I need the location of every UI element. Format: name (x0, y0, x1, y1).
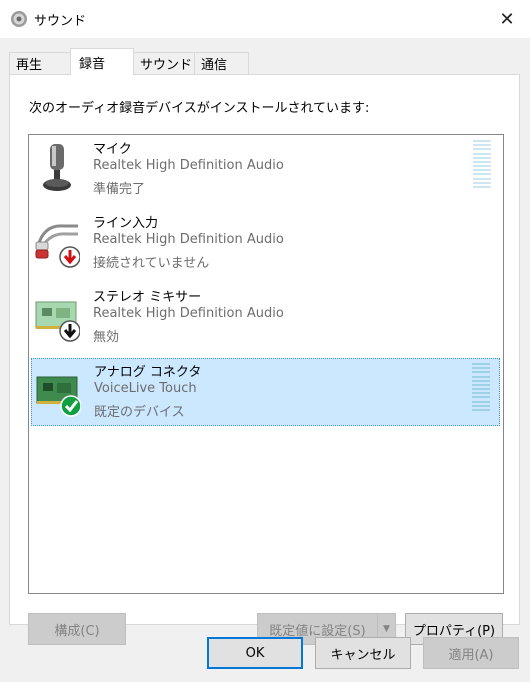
sound-card-icon (35, 301, 80, 342)
device-name: ライン入力 (93, 216, 159, 231)
level-meter (473, 140, 491, 188)
device-driver: Realtek High Definition Audio (93, 232, 284, 247)
device-status: 無効 (93, 330, 120, 345)
device-driver: VoiceLive Touch (94, 381, 197, 396)
panel-description: 次のオーディオ録音デバイスがインストールされています: (29, 101, 370, 116)
device-name: マイク (93, 142, 132, 157)
speaker-icon (11, 11, 27, 27)
close-button[interactable]: ✕ (484, 0, 530, 38)
device-driver: Realtek High Definition Audio (93, 306, 284, 321)
recording-panel: 次のオーディオ録音デバイスがインストールされています: マイク Realtek … (9, 74, 520, 645)
device-name: アナログ コネクタ (94, 365, 202, 380)
device-item-stereo-mixer[interactable]: ステレオ ミキサー Realtek High Definition Audio … (31, 284, 500, 352)
ok-button[interactable]: OK (207, 637, 303, 669)
device-status: 準備完了 (93, 182, 146, 197)
device-name: ステレオ ミキサー (93, 290, 202, 305)
microphone-icon (43, 144, 71, 191)
window-title: サウンド (34, 14, 87, 29)
device-item-microphone[interactable]: マイク Realtek High Definition Audio 準備完了 (31, 136, 500, 204)
title-bar: サウンド ✕ (0, 0, 530, 38)
green-check-icon (60, 395, 81, 417)
tab-sounds[interactable]: サウンド (133, 52, 195, 74)
sound-card-icon (36, 376, 81, 417)
apply-button[interactable]: 適用(A) (423, 637, 519, 669)
device-list[interactable]: マイク Realtek High Definition Audio 準備完了 ラ… (28, 134, 504, 594)
tab-playback[interactable]: 再生 (9, 52, 71, 74)
cancel-button[interactable]: キャンセル (315, 637, 411, 669)
device-status: 既定のデバイス (94, 405, 185, 420)
dialog-body: 再生 録音 サウンド 通信 次のオーディオ録音デバイスがインストールされています… (0, 38, 530, 682)
configure-button[interactable]: 構成(C) (28, 613, 126, 645)
chevron-down-icon: ▼ (383, 624, 390, 634)
device-item-analog-connector[interactable]: アナログ コネクタ VoiceLive Touch 既定のデバイス (31, 358, 500, 426)
tab-recording[interactable]: 録音 (70, 48, 134, 75)
device-status: 接続されていません (93, 256, 210, 271)
device-item-line-in[interactable]: ライン入力 Realtek High Definition Audio 接続され… (31, 210, 500, 278)
line-in-icon (35, 224, 80, 268)
device-driver: Realtek High Definition Audio (93, 158, 284, 173)
tab-communications[interactable]: 通信 (194, 52, 249, 74)
level-meter (472, 363, 490, 411)
